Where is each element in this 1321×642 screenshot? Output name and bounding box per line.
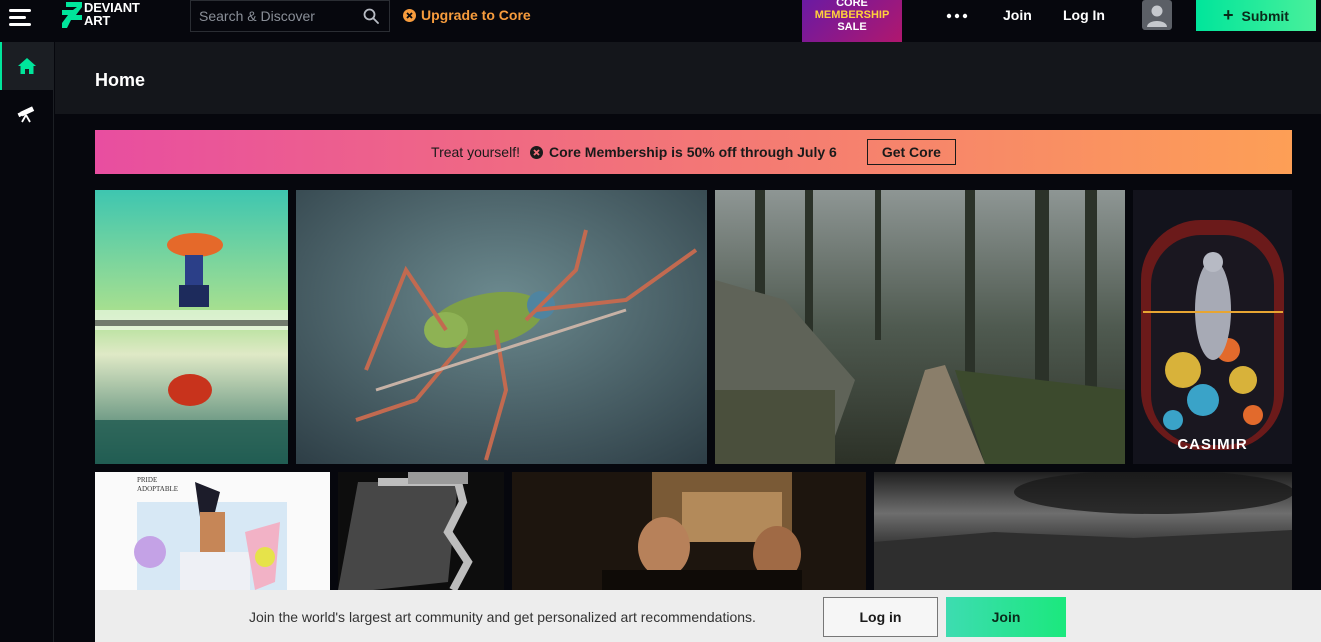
search-icon[interactable] — [363, 8, 379, 24]
artwork-thumbnail-number-three[interactable] — [338, 472, 504, 590]
sidebar-item-discover[interactable] — [0, 90, 54, 138]
artwork-thumbnail-grasshopper[interactable] — [296, 190, 707, 464]
artwork-thumbnail-casimir[interactable]: CASIMIR — [1133, 190, 1292, 464]
number-three-image — [338, 472, 504, 590]
sidebar-item-home[interactable] — [0, 42, 54, 90]
logo-text-line2: ART — [84, 13, 111, 28]
submit-label: Submit — [1241, 7, 1289, 24]
umbrella-girl-image — [95, 190, 288, 464]
joinbar-login-button[interactable]: Log in — [823, 597, 938, 637]
upgrade-to-core-link[interactable]: Upgrade to Core — [403, 7, 531, 23]
deviantart-logo[interactable]: DEVIANT ART — [62, 1, 162, 29]
core-membership-sale-promo[interactable]: CORE MEMBERSHIP SALE — [802, 0, 902, 42]
promo-banner: Treat yourself! Core Membership is 50% o… — [95, 130, 1292, 174]
user-icon — [1147, 5, 1167, 27]
artwork-thumbnail-foggy-forest[interactable] — [715, 190, 1125, 464]
search-input[interactable] — [191, 1, 356, 31]
home-icon — [18, 58, 36, 74]
grasshopper-image — [296, 190, 707, 464]
plus-icon: + — [1223, 5, 1234, 25]
banner-offer-text: Core Membership is 50% off through July … — [549, 144, 837, 160]
avatar[interactable] — [1142, 0, 1172, 30]
top-bar: DEVIANT ART Upgrade to Core CORE MEMBERS… — [0, 0, 1321, 42]
artwork-thumbnail-two-men[interactable] — [512, 472, 866, 590]
upgrade-label: Upgrade to Core — [421, 7, 531, 23]
promo-line1: CORE — [836, 0, 868, 9]
submit-button[interactable]: + Submit — [1196, 0, 1316, 31]
promo-line3: SALE — [837, 21, 867, 33]
core-badge-icon — [530, 145, 543, 159]
casimir-image — [1133, 190, 1292, 464]
stormy-landscape-image — [874, 472, 1292, 590]
search-box — [190, 0, 390, 32]
page-title: Home — [95, 70, 146, 90]
promo-line2: MEMBERSHIP — [814, 9, 890, 21]
pride-adoptable-image — [134, 482, 287, 590]
artwork-thumbnail-stormy-landscape[interactable] — [874, 472, 1292, 590]
join-prompt-text: Join the world's largest art community a… — [249, 609, 756, 625]
more-options-icon[interactable] — [946, 13, 968, 19]
sidebar — [0, 42, 54, 642]
menu-icon[interactable] — [9, 9, 31, 27]
banner-lead-text: Treat yourself! — [431, 144, 520, 160]
artwork-thumbnail-umbrella-girl[interactable] — [95, 190, 288, 464]
join-link[interactable]: Join — [1003, 7, 1032, 23]
join-prompt-bar: Join the world's largest art community a… — [95, 590, 1321, 642]
telescope-icon — [17, 106, 35, 123]
login-link[interactable]: Log In — [1063, 7, 1105, 23]
joinbar-join-button[interactable]: Join — [946, 597, 1066, 637]
get-core-button[interactable]: Get Core — [866, 139, 956, 165]
artwork-thumbnail-pride-adoptable[interactable]: PRIDE ADOPTABLE — [95, 472, 330, 590]
casimir-caption: CASIMIR — [1177, 436, 1248, 453]
page-header: Home — [55, 42, 1321, 114]
foggy-forest-image — [715, 190, 1125, 464]
core-badge-icon — [403, 8, 416, 22]
two-men-image — [512, 472, 866, 590]
deviantart-logo-icon — [62, 2, 82, 28]
